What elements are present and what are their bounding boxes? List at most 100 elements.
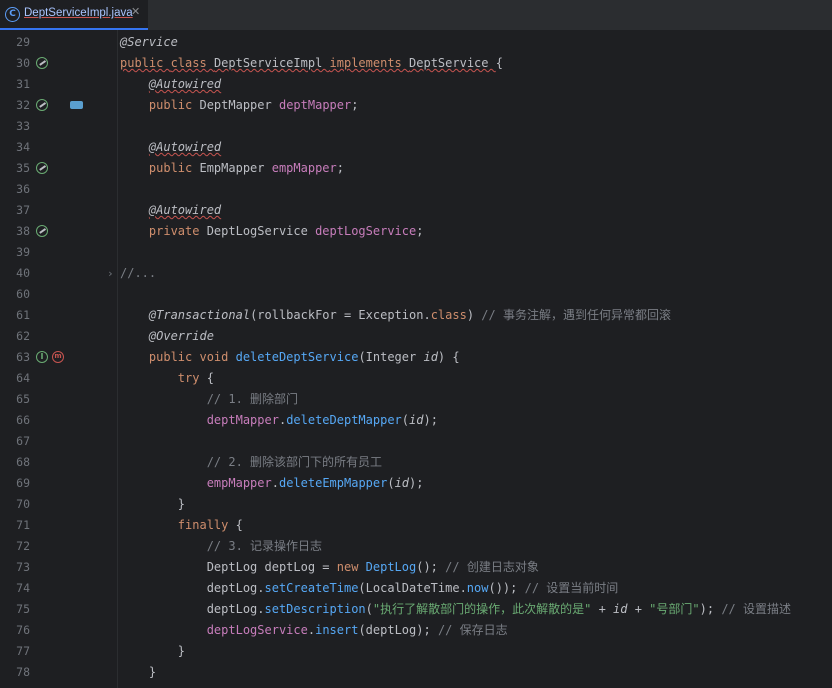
code-text[interactable]: try { (120, 368, 214, 389)
close-tab-icon[interactable]: ✕ (131, 5, 140, 18)
line-number: 77 (16, 644, 30, 658)
code-line[interactable]: 29 @Service (0, 32, 832, 53)
code-line[interactable]: 40 //... (0, 263, 832, 284)
line-number: 75 (16, 602, 30, 616)
code-token: deleteEmpMapper (278, 476, 388, 490)
code-token: ); (409, 476, 424, 490)
code-line[interactable]: 37 @Autowired (0, 200, 832, 221)
code-line[interactable]: 74 deptLog.setCreateTime(LocalDateTime.n… (0, 578, 832, 599)
code-text[interactable]: @Autowired (120, 74, 221, 95)
mybatis-mapper-icon[interactable] (70, 101, 83, 109)
code-editor[interactable]: 29 @Service 30 public class DeptServiceImpl… (0, 30, 832, 688)
code-line[interactable]: 76 deptLogService.insert(deptLog); // 保存… (0, 620, 832, 641)
code-token: @Autowired (148, 77, 222, 91)
spring-bean-icon[interactable] (36, 225, 48, 237)
code-text[interactable]: } (120, 494, 185, 515)
code-line[interactable]: 70 } (0, 494, 832, 515)
line-number: 31 (16, 77, 30, 91)
code-token: id (394, 476, 410, 490)
code-text[interactable]: deptLog.setDescription("执行了解散部门的操作，此次解散的… (120, 599, 791, 620)
code-text[interactable]: finally { (120, 515, 243, 536)
implements-method-icon[interactable]: I (36, 351, 48, 363)
code-line[interactable]: 77 } (0, 641, 832, 662)
line-number: 29 (16, 35, 30, 49)
code-text[interactable]: } (120, 641, 185, 662)
code-text[interactable]: private DeptLogService deptLogService; (120, 221, 424, 242)
code-text[interactable]: deptMapper.deleteDeptMapper(id); (120, 410, 438, 431)
tab-title[interactable]: DeptServiceImpl.java (24, 7, 133, 19)
code-token: @Override (148, 329, 214, 343)
code-line[interactable]: 35 public EmpMapper empMapper; (0, 158, 832, 179)
code-line[interactable]: 39 (0, 242, 832, 263)
code-text[interactable]: @Autowired (120, 200, 221, 221)
code-text[interactable]: deptLogService.insert(deptLog); // 保存日志 (120, 620, 508, 641)
line-number: 67 (16, 434, 30, 448)
code-token: ( (365, 602, 373, 616)
line-number: 61 (16, 308, 30, 322)
code-text[interactable]: @Service (120, 32, 178, 53)
code-line[interactable]: 64 try { (0, 368, 832, 389)
code-text[interactable]: //... (120, 263, 156, 284)
code-line[interactable]: 30 public class DeptServiceImpl implement… (0, 53, 832, 74)
code-line[interactable]: 73 DeptLog deptLog = new DeptLog(); // 创… (0, 557, 832, 578)
overrides-method-icon[interactable]: m (52, 351, 64, 363)
code-token: deleteDeptService (235, 350, 359, 364)
code-token: DeptLog (365, 560, 417, 574)
line-number: 72 (16, 539, 30, 553)
code-line[interactable]: 66 deptMapper.deleteDeptMapper(id); (0, 410, 832, 431)
code-token: now (466, 581, 489, 595)
code-line[interactable]: 69 empMapper.deleteEmpMapper(id); (0, 473, 832, 494)
code-line[interactable]: 36 (0, 179, 832, 200)
code-text[interactable]: // 1. 删除部门 (120, 389, 298, 410)
code-text[interactable]: @Transactional(rollbackFor = Exception.c… (120, 305, 671, 326)
line-number: 35 (16, 161, 30, 175)
code-text[interactable]: public EmpMapper empMapper; (120, 158, 344, 179)
code-text[interactable]: // 2. 删除该部门下的所有员工 (120, 452, 382, 473)
code-token: // 设置当前时间 (524, 581, 619, 595)
code-text[interactable]: DeptLog deptLog = new DeptLog(); // 创建日志… (120, 557, 539, 578)
code-line[interactable]: 38 private DeptLogService deptLogService… (0, 221, 832, 242)
code-line[interactable]: 72 // 3. 记录操作日志 (0, 536, 832, 557)
code-line[interactable]: 78 } (0, 662, 832, 683)
line-number: 40 (16, 266, 30, 280)
code-line[interactable]: 32 public DeptMapper deptMapper; (0, 95, 832, 116)
code-text[interactable]: @Override (120, 326, 214, 347)
code-line[interactable]: 63 public void deleteDeptService(Integer… (0, 347, 832, 368)
code-line[interactable]: 33 (0, 116, 832, 137)
code-line[interactable]: 67 (0, 431, 832, 452)
spring-bean-icon[interactable] (36, 57, 48, 69)
spring-bean-icon[interactable] (36, 99, 48, 111)
code-text[interactable]: @Autowired (120, 137, 221, 158)
code-text[interactable]: public DeptMapper deptMapper; (120, 95, 359, 116)
code-line[interactable]: 60 (0, 284, 832, 305)
code-line[interactable]: 31 @Autowired (0, 74, 832, 95)
code-line[interactable]: 62 @Override (0, 326, 832, 347)
code-text[interactable]: public class DeptServiceImpl implements … (120, 53, 503, 74)
code-text[interactable]: public void deleteDeptService(Integer id… (120, 347, 460, 368)
code-text[interactable]: } (120, 662, 156, 683)
code-token: empMapper (271, 161, 337, 175)
line-number: 66 (16, 413, 30, 427)
code-line[interactable]: 71 finally { (0, 515, 832, 536)
code-token: ()); (488, 581, 525, 595)
code-token: @Autowired (148, 140, 222, 154)
code-token: } (120, 497, 186, 511)
code-line[interactable]: 75 deptLog.setDescription("执行了解散部门的操作，此次… (0, 599, 832, 620)
code-line[interactable]: 68 // 2. 删除该部门下的所有员工 (0, 452, 832, 473)
code-token: setCreateTime (264, 581, 359, 595)
line-number: 30 (16, 56, 30, 70)
fold-expand-icon[interactable]: › (107, 263, 114, 284)
line-number: 60 (16, 287, 30, 301)
code-line[interactable]: 65 // 1. 删除部门 (0, 389, 832, 410)
code-line[interactable]: 61 @Transactional(rollbackFor = Exceptio… (0, 305, 832, 326)
code-text[interactable]: // 3. 记录操作日志 (120, 536, 322, 557)
tab-deptserviceimpl[interactable]: C DeptServiceImpl.java ✕ (0, 0, 148, 30)
code-text[interactable]: deptLog.setCreateTime(LocalDateTime.now(… (120, 578, 619, 599)
spring-bean-icon[interactable] (36, 162, 48, 174)
code-line[interactable]: 34 @Autowired (0, 137, 832, 158)
code-token: id (613, 602, 628, 616)
code-token: //... (120, 266, 157, 280)
code-text[interactable]: empMapper.deleteEmpMapper(id); (120, 473, 424, 494)
